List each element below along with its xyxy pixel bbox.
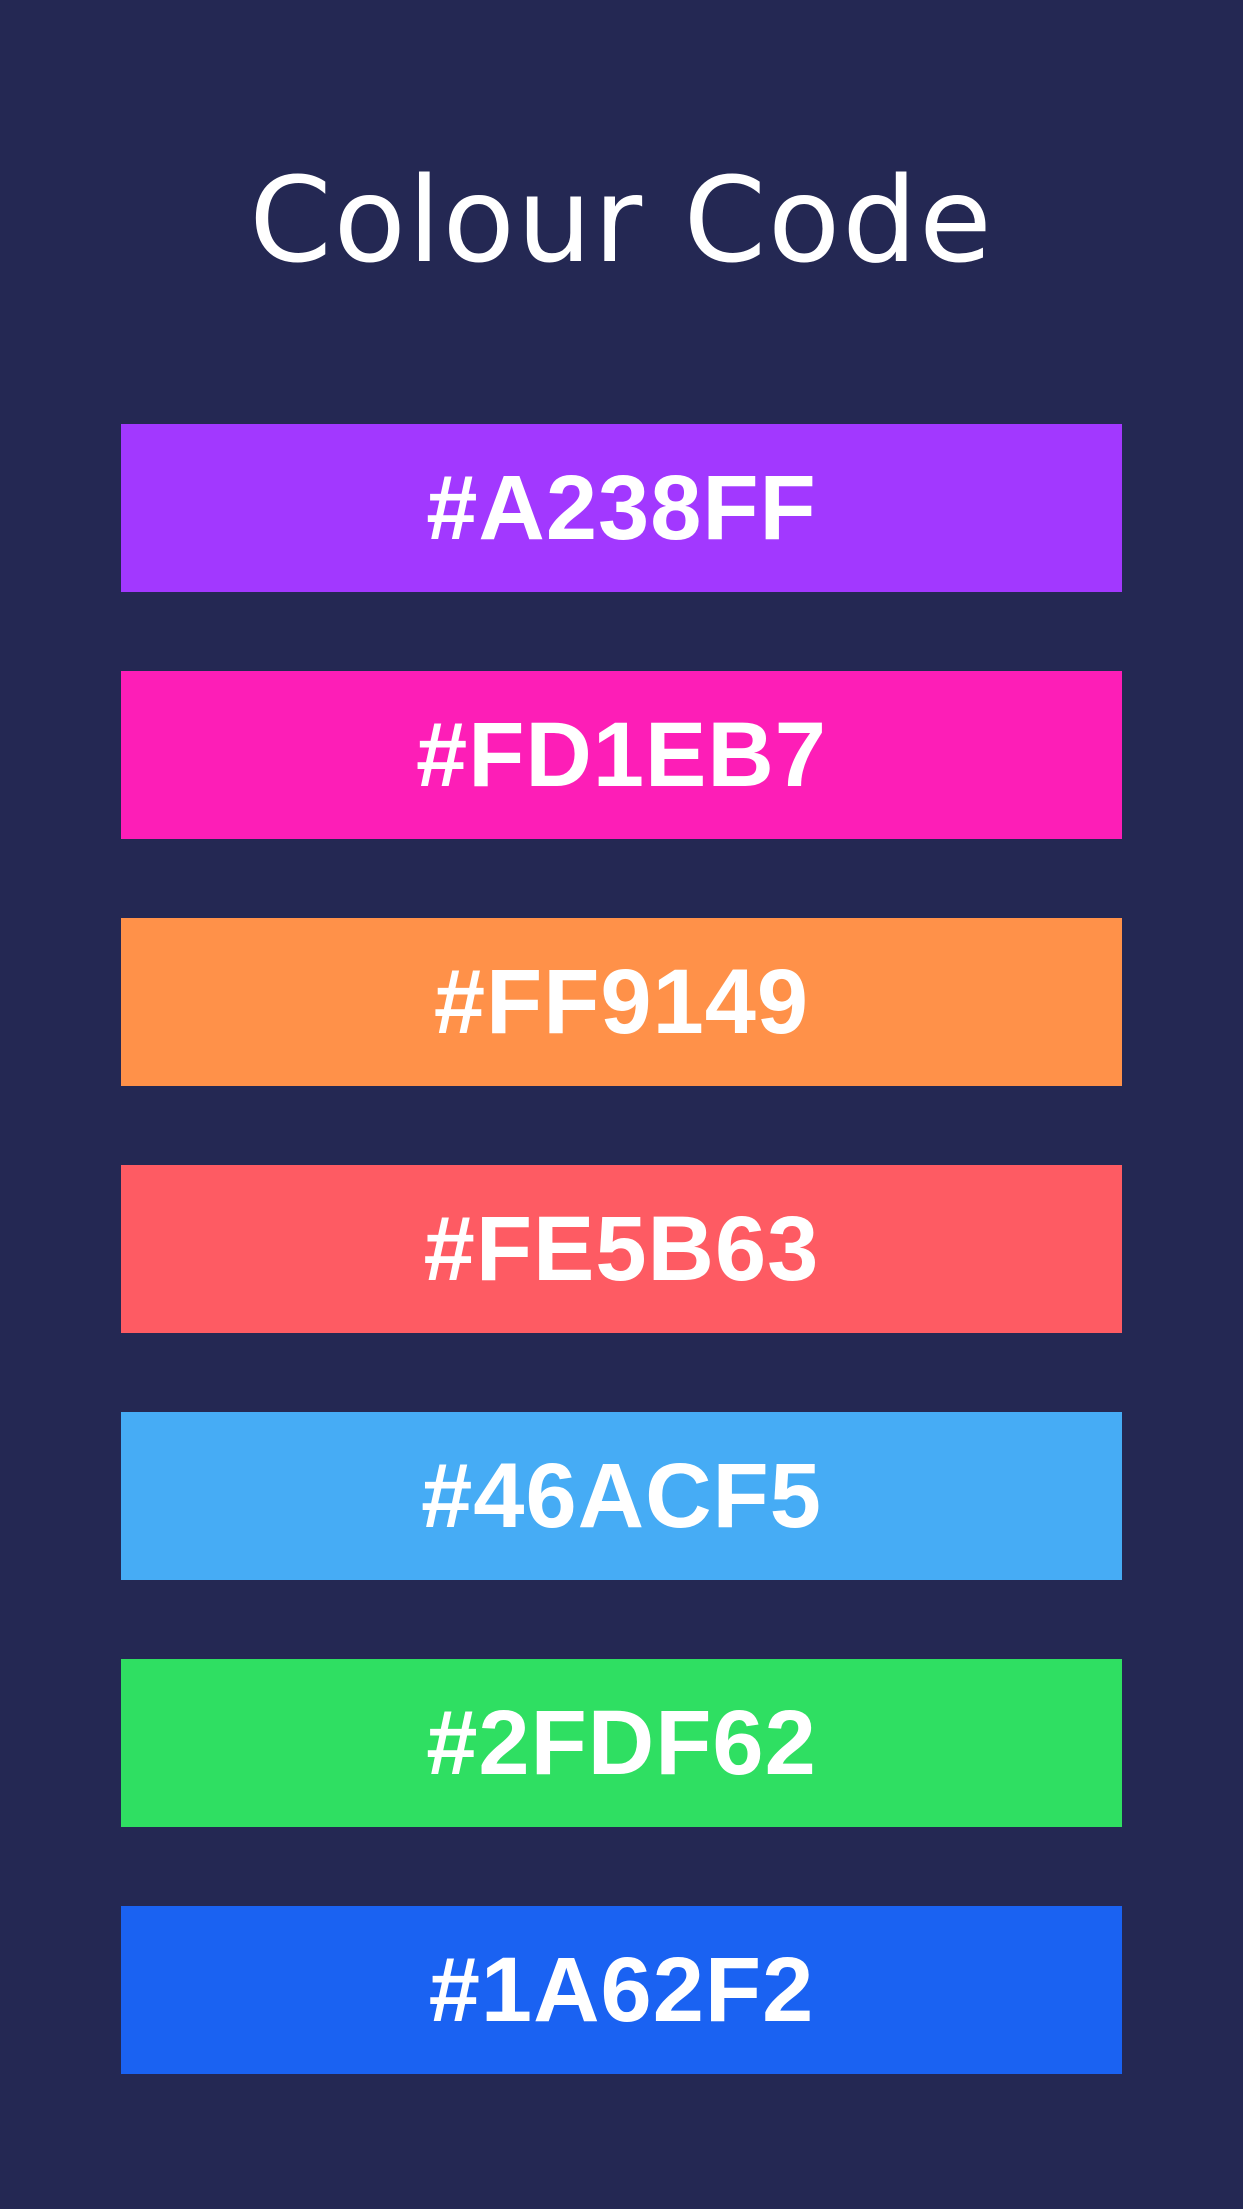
swatch-blue: #1A62F2 [121, 1906, 1122, 2074]
swatch-hex-label: #FE5B63 [423, 1198, 820, 1300]
swatch-orange: #FF9149 [121, 918, 1122, 1086]
swatch-hex-label: #46ACF5 [421, 1445, 822, 1547]
swatch-hex-label: #2FDF62 [426, 1692, 817, 1794]
colour-code-page: Colour Code #A238FF #FD1EB7 #FF9149 #FE5… [0, 0, 1243, 2209]
swatch-hex-label: #1A62F2 [428, 1939, 815, 2041]
page-title: Colour Code [249, 151, 994, 289]
swatch-hex-label: #FD1EB7 [416, 704, 827, 806]
swatch-purple: #A238FF [121, 424, 1122, 592]
swatch-magenta: #FD1EB7 [121, 671, 1122, 839]
swatch-sky-blue: #46ACF5 [121, 1412, 1122, 1580]
swatch-list: #A238FF #FD1EB7 #FF9149 #FE5B63 #46ACF5 … [121, 424, 1122, 2153]
swatch-green: #2FDF62 [121, 1659, 1122, 1827]
swatch-hex-label: #FF9149 [433, 951, 810, 1053]
swatch-coral: #FE5B63 [121, 1165, 1122, 1333]
swatch-hex-label: #A238FF [426, 457, 817, 559]
